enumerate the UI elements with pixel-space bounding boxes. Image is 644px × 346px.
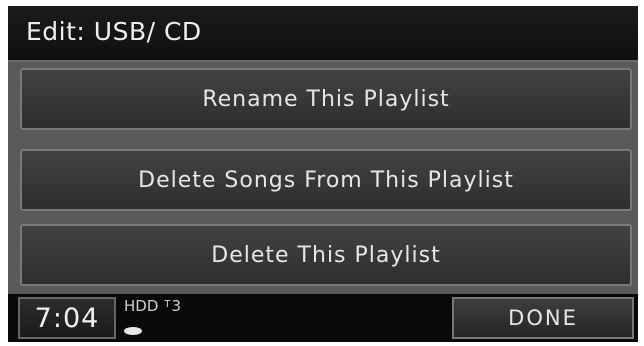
delete-songs-button[interactable]: Delete Songs From This Playlist xyxy=(20,149,632,211)
menu-list: Rename This Playlist Delete Songs From T… xyxy=(8,62,638,294)
done-button[interactable]: DONE xyxy=(452,297,634,339)
source-indicator: HDD T3 xyxy=(124,297,181,315)
source-name: HDD xyxy=(124,297,159,315)
title-bar: Edit: USB/ CD xyxy=(8,6,638,62)
head-unit-screen: Edit: USB/ CD Rename This Playlist Delet… xyxy=(8,6,638,342)
track-icon: T xyxy=(164,299,171,310)
status-bar: 7:04 HDD T3 DONE xyxy=(8,294,638,342)
delete-playlist-button[interactable]: Delete This Playlist xyxy=(20,224,632,286)
disc-icon xyxy=(124,327,142,335)
page-title: Edit: USB/ CD xyxy=(26,17,202,46)
clock-display[interactable]: 7:04 xyxy=(18,297,116,339)
rename-playlist-button[interactable]: Rename This Playlist xyxy=(20,68,632,130)
track-number: 3 xyxy=(171,297,182,315)
